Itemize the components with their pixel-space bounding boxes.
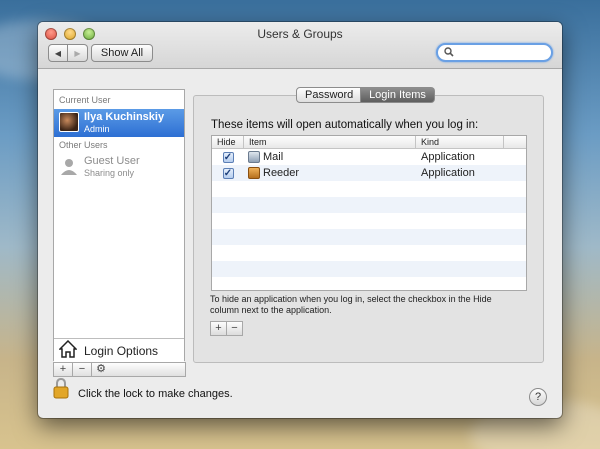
table-header: Hide Item Kind <box>212 136 526 149</box>
empty-row <box>212 229 526 245</box>
search-input[interactable] <box>436 43 553 62</box>
nav-buttons: ◀ ▶ <box>48 44 88 62</box>
add-user-button[interactable]: + <box>53 362 73 377</box>
empty-row <box>212 261 526 277</box>
remove-login-item-button[interactable]: − <box>226 321 243 336</box>
back-arrow-icon: ◀ <box>54 48 62 58</box>
kind-cell: Application <box>421 167 475 179</box>
empty-row <box>212 277 526 290</box>
toolbar-filler <box>110 362 186 377</box>
back-button[interactable]: ◀ <box>48 44 68 62</box>
column-item[interactable]: Item <box>244 136 416 149</box>
user-role: Admin <box>84 124 110 134</box>
empty-row <box>212 245 526 261</box>
empty-row <box>212 181 526 197</box>
column-kind[interactable]: Kind <box>416 136 504 149</box>
login-options-label: Login Options <box>84 344 159 358</box>
user-name: Ilya Kuchinskiy <box>84 111 165 123</box>
search-icon <box>444 47 454 57</box>
login-items-help-text: To hide an application when you log in, … <box>210 294 492 315</box>
help-button[interactable]: ? <box>529 388 547 406</box>
remove-user-button[interactable]: − <box>72 362 92 377</box>
guest-user-icon <box>61 159 77 175</box>
table-row[interactable]: ✓ Mail Application <box>212 149 526 165</box>
avatar <box>59 112 79 132</box>
user-list-toolbar: + − ⚙ <box>53 362 186 379</box>
user-list: Current User Ilya Kuchinskiy Admin Other… <box>53 89 185 362</box>
forward-arrow-icon: ▶ <box>74 48 81 58</box>
hide-checkbox[interactable]: ✓ <box>222 167 234 179</box>
hide-cell: ✓ <box>212 151 244 163</box>
user-name: Guest User <box>84 155 140 167</box>
user-row-guest[interactable]: Guest User Sharing only <box>54 153 184 181</box>
item-cell: Mail <box>244 151 416 163</box>
user-role: Sharing only <box>84 168 135 178</box>
lock-icon[interactable] <box>53 378 69 399</box>
kind-cell: Application <box>421 151 475 163</box>
login-items-toolbar: + − <box>210 321 243 336</box>
hide-cell: ✓ <box>212 167 244 179</box>
login-options-item[interactable]: Login Options <box>54 338 184 362</box>
reeder-icon <box>248 167 260 179</box>
login-items-description: These items will open automatically when… <box>211 119 479 131</box>
login-items-table: Hide Item Kind ✓ Mail Application ✓ Reed… <box>211 135 527 291</box>
column-hide[interactable]: Hide <box>212 136 244 149</box>
user-row-current[interactable]: Ilya Kuchinskiy Admin <box>54 109 184 137</box>
column-spacer <box>504 136 526 149</box>
show-all-button[interactable]: Show All <box>91 44 153 62</box>
titlebar: Users & Groups ◀ ▶ Show All <box>38 22 562 69</box>
tab-password[interactable]: Password <box>296 87 361 103</box>
add-login-item-button[interactable]: + <box>210 321 227 336</box>
users-groups-window: Users & Groups ◀ ▶ Show All Current User… <box>38 22 562 418</box>
empty-row <box>212 197 526 213</box>
empty-row <box>212 213 526 229</box>
window-title: Users & Groups <box>257 27 343 41</box>
home-icon <box>59 340 77 358</box>
current-user-header: Current User <box>59 95 111 105</box>
gear-icon[interactable]: ⚙ <box>91 362 111 377</box>
tab-bar: Password Login Items <box>296 87 435 103</box>
other-users-header: Other Users <box>59 140 108 150</box>
hide-checkbox[interactable]: ✓ <box>222 151 234 163</box>
forward-button[interactable]: ▶ <box>68 44 88 62</box>
tab-login-items[interactable]: Login Items <box>361 87 435 103</box>
item-name: Mail <box>263 151 284 163</box>
lock-text: Click the lock to make changes. <box>78 388 233 400</box>
mail-icon <box>248 151 260 163</box>
table-row[interactable]: ✓ Reeder Application <box>212 165 526 181</box>
item-cell: Reeder <box>244 167 416 179</box>
item-name: Reeder <box>263 167 300 179</box>
